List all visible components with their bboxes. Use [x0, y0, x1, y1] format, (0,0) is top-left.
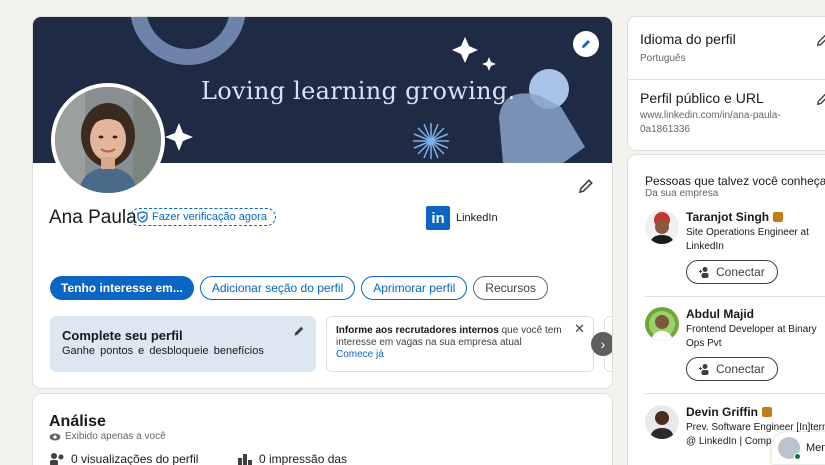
- eye-icon: [49, 433, 61, 440]
- verify-label: Fazer verificação agora: [152, 211, 267, 223]
- pencil-icon: [294, 326, 304, 336]
- profile-views-text: 0 visualizações do perfil: [71, 452, 199, 465]
- edit-language-button[interactable]: [812, 29, 825, 51]
- pencil-icon: [816, 34, 825, 47]
- profile-actions: Tenho interesse em... Adicionar seção do…: [50, 276, 548, 300]
- online-status-icon: [794, 453, 801, 460]
- pymk-title: Pessoas que talvez você conheça: [645, 174, 825, 188]
- analytics-card: Análise Exibido apenas a você 0 visualiz…: [33, 394, 612, 465]
- profile-language-title: Idioma do perfil: [640, 31, 736, 47]
- connect-button[interactable]: Conectar: [686, 357, 778, 381]
- impressions-stat[interactable]: 0 impressão das: [237, 452, 347, 465]
- add-person-icon: [699, 364, 709, 375]
- shield-check-icon: [137, 211, 148, 223]
- profile-card: Loving learning growing. Ana Paula Fazer…: [33, 17, 612, 388]
- avatar[interactable]: [645, 307, 679, 341]
- public-profile-title: Perfil público e URL: [640, 90, 764, 106]
- banner-tagline: Loving learning growing.: [201, 77, 516, 105]
- divider: [628, 79, 825, 80]
- add-person-icon: [699, 267, 709, 278]
- edit-banner-button[interactable]: [573, 31, 599, 57]
- add-profile-section-button[interactable]: Adicionar seção do perfil: [199, 276, 356, 300]
- pencil-icon: [816, 93, 825, 106]
- complete-profile-title: Complete seu perfil: [62, 328, 183, 343]
- impressions-text: 0 impressão das: [259, 452, 348, 465]
- enhance-profile-button[interactable]: Aprimorar perfil: [361, 276, 468, 300]
- edit-public-url-button[interactable]: [812, 88, 825, 110]
- divider: [645, 296, 825, 297]
- analytics-visibility: Exibido apenas a você: [49, 431, 166, 442]
- people-you-may-know-card: Pessoas que talvez você conheça Da sua e…: [628, 155, 825, 465]
- company-name: LinkedIn: [456, 212, 498, 224]
- people-icon: [50, 453, 64, 465]
- person-name-link[interactable]: Devin Griffin: [686, 405, 773, 419]
- pencil-icon: [582, 40, 590, 48]
- verify-now-button[interactable]: Fazer verificação agora: [130, 208, 276, 226]
- current-company[interactable]: in LinkedIn: [426, 206, 498, 230]
- divider: [645, 393, 825, 394]
- close-icon[interactable]: ✕: [574, 322, 585, 335]
- profile-views-stat[interactable]: 0 visualizações do perfil: [49, 452, 198, 465]
- chevron-right-icon[interactable]: ›: [591, 332, 612, 356]
- person-name-link[interactable]: Abdul Majid: [686, 307, 754, 321]
- person-headline: Frontend Developer at Binary Ops Pvt: [686, 324, 817, 349]
- messaging-label: Men: [806, 442, 825, 454]
- resources-button[interactable]: Recursos: [473, 276, 548, 300]
- avatar: [778, 437, 801, 460]
- pymk-subtitle: Da sua empresa: [645, 188, 719, 199]
- recruiter-notice-card: Informe aos recrutadores internos que vo…: [326, 316, 594, 372]
- connect-button[interactable]: Conectar: [686, 260, 778, 284]
- profile-name: Ana Paula: [49, 207, 137, 228]
- complete-profile-subtitle: Ganhe pontos e desbloqueie benefícios: [62, 345, 264, 357]
- edit-intro-button[interactable]: [575, 175, 597, 197]
- get-started-link[interactable]: Comece já: [336, 349, 563, 361]
- person-name-link[interactable]: Taranjot Singh: [686, 210, 784, 224]
- premium-icon: [773, 212, 784, 222]
- messaging-button[interactable]: Men: [772, 432, 825, 464]
- avatar[interactable]: [645, 210, 679, 244]
- profile-avatar[interactable]: [51, 83, 165, 197]
- premium-icon: [762, 407, 773, 417]
- profile-photo: [55, 87, 161, 193]
- profile-settings-card: Idioma do perfil Português Perfil públic…: [628, 17, 825, 150]
- visibility-label: Exibido apenas a você: [65, 431, 166, 442]
- pencil-icon: [578, 179, 593, 194]
- person-headline: Site Operations Engineer at LinkedIn: [686, 227, 809, 252]
- analytics-title: Análise: [49, 413, 106, 430]
- avatar[interactable]: [645, 405, 679, 439]
- recruiter-notice-bold: Informe aos recrutadores internos: [336, 325, 499, 336]
- bar-chart-icon: [238, 454, 252, 465]
- profile-language-value: Português: [640, 53, 686, 64]
- open-to-button[interactable]: Tenho interesse em...: [50, 276, 194, 300]
- complete-profile-card[interactable]: Complete seu perfil Ganhe pontos e desbl…: [50, 316, 316, 372]
- edit-complete-profile-button[interactable]: [288, 320, 310, 342]
- linkedin-logo-icon: in: [426, 206, 450, 230]
- public-profile-url: www.linkedin.com/in/ana-paula-0a1861336: [640, 110, 781, 135]
